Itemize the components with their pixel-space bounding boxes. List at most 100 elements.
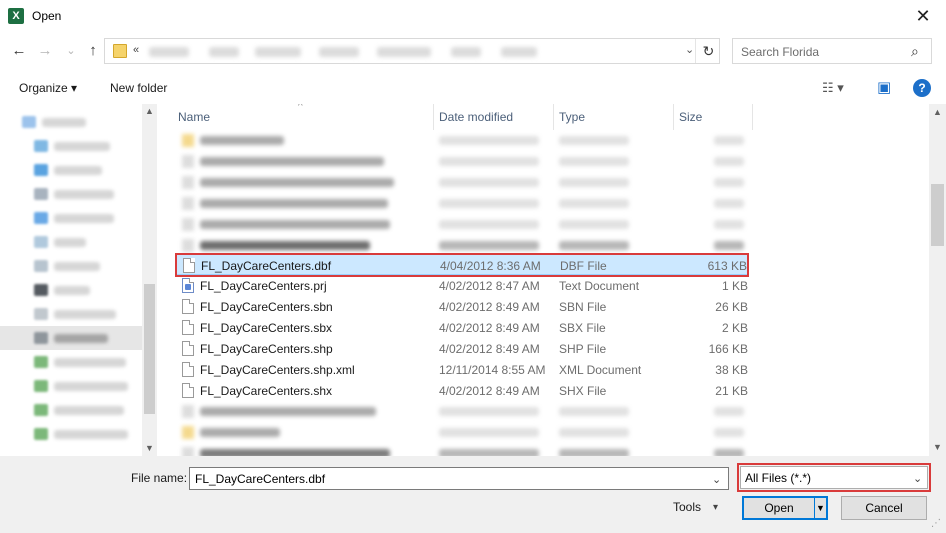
file-row-prj[interactable]: FL_DayCareCenters.prj 4/02/2012 8:47 AM … (176, 275, 748, 296)
chevron-down-icon[interactable]: ⌄ (685, 43, 694, 56)
sidebar-item-icon (34, 164, 48, 176)
close-button[interactable]: ✕ (910, 4, 936, 28)
column-divider[interactable] (553, 104, 554, 130)
file-list[interactable]: ^ Name Date modified Type Size FL_DayCar… (172, 104, 929, 456)
table-row-blurred[interactable] (176, 401, 748, 422)
help-icon[interactable]: ? (913, 79, 931, 97)
table-row-blurred[interactable] (176, 172, 748, 193)
back-button[interactable]: ← (8, 40, 30, 62)
scroll-down-icon[interactable]: ▼ (929, 439, 946, 456)
organize-menu[interactable]: Organize ▾ (19, 81, 77, 95)
sidebar-item-icon (22, 116, 36, 128)
new-folder-button[interactable]: New folder (110, 81, 167, 95)
scroll-up-icon[interactable]: ▲ (142, 104, 156, 119)
search-icon[interactable]: ⌕ (911, 43, 919, 60)
up-button[interactable]: ↑ (82, 40, 104, 62)
scroll-down-icon[interactable]: ▼ (142, 441, 156, 456)
file-size: 166 KB (708, 342, 748, 356)
search-box[interactable]: Search Florida ⌕ (732, 38, 932, 64)
open-button[interactable]: Open ▼ (742, 496, 828, 520)
column-divider[interactable] (433, 104, 434, 130)
column-header-size[interactable]: Size (679, 110, 702, 124)
column-header-date[interactable]: Date modified (439, 110, 513, 124)
file-name-field[interactable]: FL_DayCareCenters.dbf ⌄ (189, 467, 729, 490)
file-size: 26 KB (715, 300, 748, 314)
file-name: FL_DayCareCenters.prj (200, 279, 327, 293)
breadcrumb-blurred[interactable] (501, 47, 537, 57)
open-button-label[interactable]: Open (744, 501, 814, 515)
recent-locations-button[interactable]: ⌄ (60, 40, 82, 62)
table-row-blurred[interactable] (176, 422, 748, 443)
sidebar-item-label (54, 286, 90, 295)
chevron-down-icon[interactable]: ⌄ (913, 472, 922, 485)
sidebar-item-icon (34, 308, 48, 320)
sidebar-item-icon (34, 140, 48, 152)
file-row-shx[interactable]: FL_DayCareCenters.shx 4/02/2012 8:49 AM … (176, 380, 748, 401)
preview-pane-icon[interactable]: ▣ (877, 78, 891, 96)
breadcrumb-blurred[interactable] (149, 47, 189, 57)
file-name: FL_DayCareCenters.sbx (200, 321, 333, 335)
file-row-sbn[interactable]: FL_DayCareCenters.sbn 4/02/2012 8:49 AM … (176, 296, 748, 317)
file-list-scrollbar[interactable]: ▲ ▼ (929, 104, 946, 456)
sidebar-item-label (54, 214, 114, 223)
cancel-button[interactable]: Cancel (841, 496, 927, 520)
sidebar-scrollbar[interactable]: ▲ ▼ (142, 104, 156, 456)
file-icon (182, 383, 194, 398)
file-icon (182, 341, 194, 356)
navigation-pane[interactable]: ▲ ▼ (0, 104, 157, 456)
text-file-icon (182, 278, 194, 293)
sidebar-item-label (54, 190, 114, 199)
file-icon (182, 299, 194, 314)
table-row-blurred[interactable] (176, 130, 748, 151)
file-row-shp-xml[interactable]: FL_DayCareCenters.shp.xml 12/11/2014 8:5… (176, 359, 748, 380)
file-list-scroll-thumb[interactable] (931, 184, 944, 246)
column-header-type[interactable]: Type (559, 110, 585, 124)
file-type-filter[interactable]: All Files (*.*) ⌄ (740, 466, 928, 489)
breadcrumb-blurred[interactable] (209, 47, 239, 57)
breadcrumb-blurred[interactable] (451, 47, 481, 57)
view-options-icon[interactable]: ☷ ▾ (822, 80, 844, 96)
file-type: SBX File (559, 321, 606, 335)
sidebar-item-label (54, 310, 116, 319)
search-input[interactable]: Search Florida (741, 45, 819, 59)
file-row-dbf[interactable]: FL_DayCareCenters.dbf 4/04/2012 8:36 AM … (176, 254, 748, 275)
table-row-blurred[interactable] (176, 214, 748, 235)
chevron-down-icon[interactable]: ▾ (713, 502, 718, 513)
sidebar-item-icon (34, 212, 48, 224)
sidebar-item-label (54, 166, 102, 175)
file-type-filter-value[interactable]: All Files (*.*) (745, 471, 811, 485)
sidebar-scroll-thumb[interactable] (144, 284, 155, 414)
sort-ascending-icon: ^ (298, 104, 303, 112)
file-icon (182, 362, 194, 377)
scroll-up-icon[interactable]: ▲ (929, 104, 946, 121)
file-row-shp[interactable]: FL_DayCareCenters.shp 4/02/2012 8:49 AM … (176, 338, 748, 359)
breadcrumb-overflow[interactable]: « (133, 44, 139, 56)
tools-menu[interactable]: Tools (673, 500, 701, 514)
table-row-blurred[interactable] (176, 235, 748, 252)
breadcrumb-blurred[interactable] (255, 47, 301, 57)
table-row-blurred[interactable] (176, 193, 748, 214)
sidebar-item-icon (34, 356, 48, 368)
resize-grip-icon[interactable]: ⋰ (931, 518, 941, 529)
refresh-button[interactable]: ↻ (695, 39, 721, 63)
file-type: XML Document (559, 363, 642, 377)
column-divider[interactable] (752, 104, 753, 130)
file-row-sbx[interactable]: FL_DayCareCenters.sbx 4/02/2012 8:49 AM … (176, 317, 748, 338)
file-name-value[interactable]: FL_DayCareCenters.dbf (195, 472, 325, 486)
column-header-row: ^ Name Date modified Type Size (172, 104, 929, 130)
table-row-blurred[interactable] (176, 151, 748, 172)
forward-button[interactable]: → (34, 40, 56, 62)
column-header-name[interactable]: Name (178, 110, 210, 124)
file-date: 4/02/2012 8:47 AM (439, 279, 540, 293)
file-type: SHX File (559, 384, 607, 398)
open-options-button[interactable]: ▼ (814, 498, 826, 518)
chevron-down-icon[interactable]: ⌄ (712, 473, 721, 486)
breadcrumb-blurred[interactable] (377, 47, 431, 57)
table-row-blurred[interactable] (176, 443, 748, 456)
file-size: 1 KB (721, 279, 748, 293)
file-name: FL_DayCareCenters.sbn (200, 300, 333, 314)
address-bar[interactable]: « ⌄ ↻ (104, 38, 720, 64)
file-type: Text Document (559, 279, 640, 293)
breadcrumb-blurred[interactable] (319, 47, 359, 57)
column-divider[interactable] (673, 104, 674, 130)
